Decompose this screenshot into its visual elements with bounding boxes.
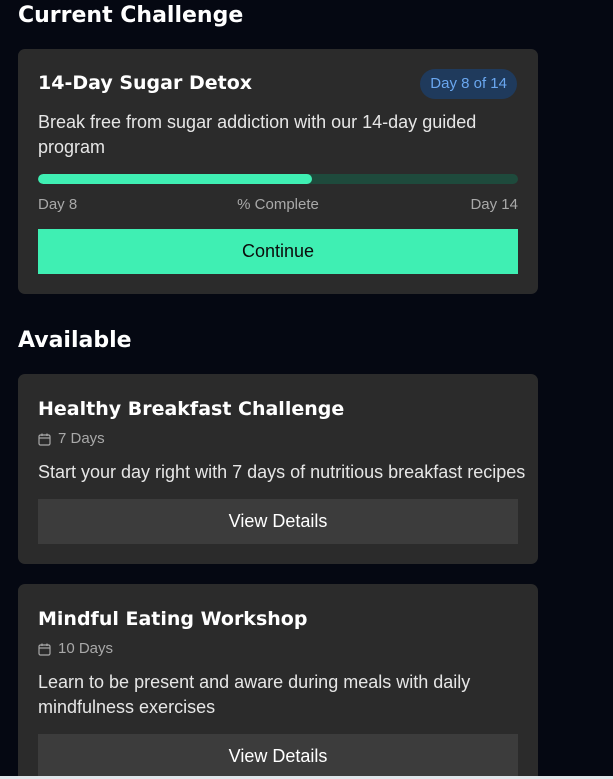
available-heading: Available [18, 328, 132, 353]
challenge-duration-label: 7 Days [58, 430, 105, 447]
continue-button[interactable]: Continue [38, 229, 518, 274]
progress-percent-label: % Complete [237, 196, 319, 213]
challenge-duration: 10 Days [38, 640, 113, 658]
progress-end-label: Day 14 [470, 196, 518, 213]
view-details-button[interactable]: View Details [38, 499, 518, 544]
current-challenge-heading: Current Challenge [18, 3, 244, 28]
current-challenge-card: 14-Day Sugar Detox Day 8 of 14 Break fre… [18, 49, 538, 294]
challenge-description: Learn to be present and aware during mea… [38, 672, 471, 717]
view-details-button[interactable]: View Details [38, 734, 518, 779]
progress-bar [38, 174, 518, 184]
current-challenge-description: Break free from sugar addiction with our… [38, 112, 477, 157]
challenge-duration: 7 Days [38, 430, 105, 448]
day-progress-badge: Day 8 of 14 [420, 69, 517, 99]
challenge-title: Mindful Eating Workshop [38, 608, 308, 630]
challenge-card-mindful-eating: Mindful Eating Workshop 10 Days Learn to… [18, 584, 538, 779]
progress-bar-fill [38, 174, 312, 184]
challenge-title: Healthy Breakfast Challenge [38, 398, 345, 420]
challenge-card-healthy-breakfast: Healthy Breakfast Challenge 7 Days Start… [18, 374, 538, 564]
challenge-duration-label: 10 Days [58, 640, 114, 657]
calendar-icon [38, 643, 51, 656]
current-challenge-title: 14-Day Sugar Detox [38, 72, 253, 94]
calendar-icon [38, 433, 51, 446]
challenge-description: Start your day right with 7 days of nutr… [38, 462, 526, 482]
